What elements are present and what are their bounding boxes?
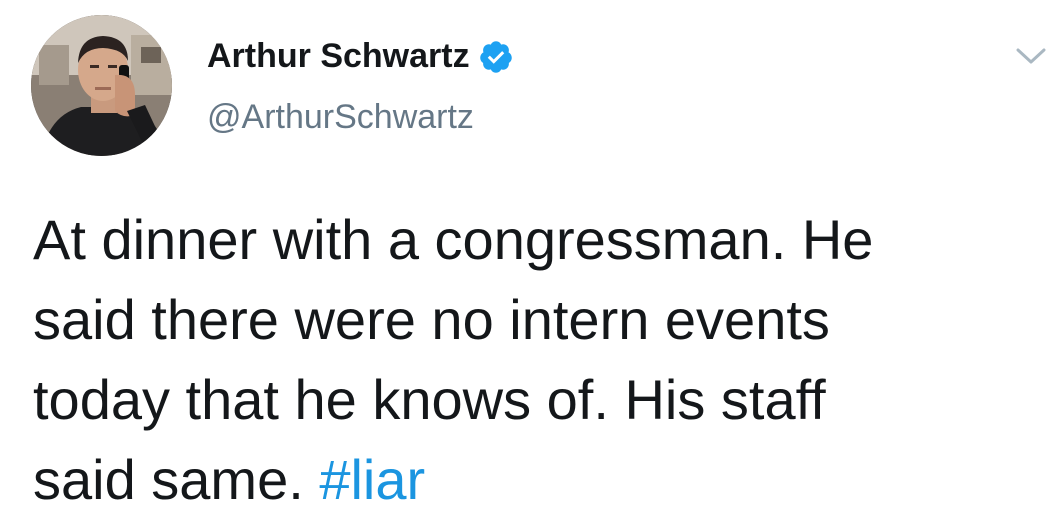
avatar[interactable] xyxy=(31,15,172,156)
tweet-line: said same. xyxy=(33,448,320,511)
tweet-text: At dinner with a congressman. He said th… xyxy=(33,200,1043,520)
verified-badge-icon xyxy=(478,39,514,75)
avatar-photo xyxy=(31,15,172,156)
tweet-line: At dinner with a congressman. He xyxy=(33,208,874,271)
tweet-line: said there were no intern events xyxy=(33,288,830,351)
tweet-last-line: said same. #liar xyxy=(33,440,1043,520)
author-display-name[interactable]: Arthur Schwartz xyxy=(207,37,514,76)
author-handle[interactable]: @ArthurSchwartz xyxy=(207,98,474,137)
tweet-card: Arthur Schwartz @ArthurSchwartz At dinne… xyxy=(0,0,1061,520)
author-name-text[interactable]: Arthur Schwartz xyxy=(207,37,470,76)
tweet-line: today that he knows of. His staff xyxy=(33,368,826,431)
chevron-down-icon[interactable] xyxy=(1014,44,1048,68)
hashtag-link[interactable]: #liar xyxy=(319,448,425,511)
